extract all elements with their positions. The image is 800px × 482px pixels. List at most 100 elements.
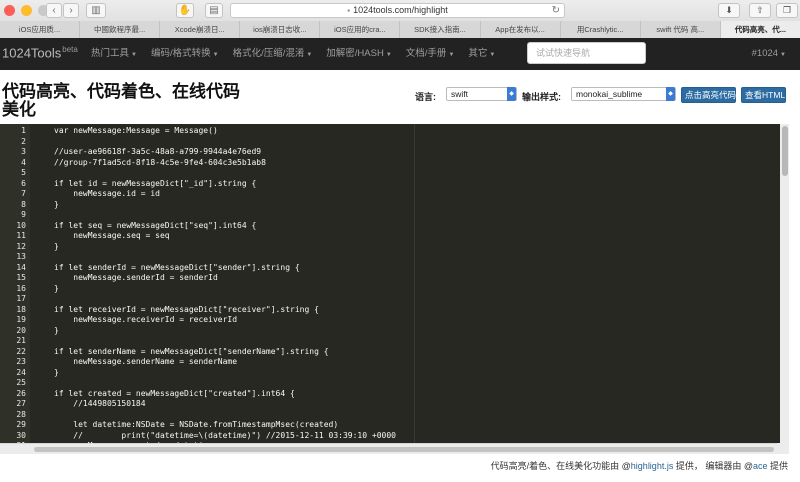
- code-line[interactable]: 30 // print("datetime=\(datetime)") //20…: [0, 431, 789, 442]
- caret-down-icon: ▼: [385, 52, 392, 58]
- reload-icon[interactable]: ↻: [552, 4, 560, 17]
- line-number: 6: [21, 178, 26, 188]
- nav-1024[interactable]: #1024 ▼: [752, 38, 786, 70]
- address-bar[interactable]: ▪ 1024tools.com/highlight ↻: [230, 3, 565, 18]
- sidebar-icon: ▥: [91, 5, 101, 16]
- nav-menu: 热门工具 ▼ 编码/格式转换 ▼ 格式化/压缩/混淆 ▼ 加解密/HASH ▼ 文档/手…: [84, 38, 502, 70]
- tabs-overview-button[interactable]: ❐: [776, 3, 798, 18]
- browser-tab[interactable]: ios崩溃日志收...: [239, 21, 320, 38]
- code-line[interactable]: 1 var newMessage:Message = Message(): [0, 126, 789, 137]
- sidebar-button[interactable]: ▥: [86, 3, 106, 18]
- line-number: 9: [21, 210, 26, 219]
- nav-other[interactable]: 其它 ▼: [461, 38, 502, 70]
- code-line[interactable]: 6 if let id = newMessageDict["_id"].strin…: [0, 179, 789, 190]
- quick-nav-search-input[interactable]: 试试快速导航: [527, 42, 646, 64]
- nav-docs[interactable]: 文档/手册 ▼: [399, 38, 462, 70]
- caret-down-icon: ▼: [780, 52, 786, 58]
- line-code: }: [54, 325, 59, 335]
- nav-hot-tools[interactable]: 热门工具 ▼: [84, 38, 144, 70]
- code-line[interactable]: 13: [0, 252, 789, 263]
- browser-tab[interactable]: 用Crashlytic...: [559, 21, 640, 38]
- code-line[interactable]: 21: [0, 336, 789, 347]
- nav-encoding[interactable]: 编码/格式转换 ▼: [144, 38, 226, 70]
- view-html-button[interactable]: 查看HTML: [741, 87, 786, 103]
- highlight-code-button[interactable]: 点击高亮代码: [681, 87, 736, 103]
- language-select[interactable]: swift ◆: [446, 87, 517, 101]
- code-line[interactable]: 20}: [0, 326, 789, 337]
- code-line[interactable]: 15 newMessage.senderId = senderId: [0, 273, 789, 284]
- url-text: 1024tools.com/highlight: [353, 5, 448, 15]
- nav-crypto[interactable]: 加解密/HASH ▼: [319, 38, 399, 70]
- code-line[interactable]: 9: [0, 210, 789, 221]
- browser-tab[interactable]: SDK接入指南...: [399, 21, 480, 38]
- vertical-scrollbar[interactable]: [780, 124, 789, 454]
- highlightjs-link[interactable]: highlight.js: [631, 461, 674, 471]
- browser-tab[interactable]: iOS应用质...: [0, 21, 80, 38]
- line-code: newMessage.seq = seq: [54, 231, 170, 240]
- forward-button[interactable]: ›: [63, 3, 79, 18]
- code-line[interactable]: 28: [0, 410, 789, 421]
- tab-bar: iOS应用质... 中國飲程序最... Xcode崩溃日... ios崩溃日志收…: [0, 21, 800, 38]
- horizontal-scrollbar[interactable]: [0, 443, 789, 454]
- code-line[interactable]: 24}: [0, 368, 789, 379]
- horizontal-scroll-thumb[interactable]: [34, 447, 774, 452]
- code-line[interactable]: 11 newMessage.seq = seq: [0, 231, 789, 242]
- caret-down-icon: ▼: [212, 52, 219, 58]
- line-code: newMessage.receiverId = receiverId: [54, 315, 238, 324]
- code-line[interactable]: 29 let datetime:NSDate = NSDate.fromTime…: [0, 420, 789, 431]
- code-line[interactable]: 8}: [0, 200, 789, 211]
- code-line[interactable]: 4 //group-7f1ad5cd-8f18-4c5e-9fe4-604c3e5…: [0, 158, 789, 169]
- browser-tab-active[interactable]: 代码高亮、代...: [719, 21, 800, 38]
- browser-tab[interactable]: App在发布以...: [479, 21, 560, 38]
- share-menu-button[interactable]: ✋: [176, 3, 194, 18]
- minimize-window-button[interactable]: [21, 5, 32, 16]
- line-number: 24: [16, 367, 26, 377]
- nav-label: 编码/格式转换: [150, 48, 211, 59]
- language-value: swift: [451, 89, 468, 99]
- code-line[interactable]: 2: [0, 137, 789, 148]
- vertical-scroll-thumb[interactable]: [782, 126, 788, 176]
- close-window-button[interactable]: [4, 5, 15, 16]
- output-style-select[interactable]: monokai_sublime ◆: [571, 87, 676, 101]
- nav-format[interactable]: 格式化/压缩/混淆 ▼: [226, 38, 320, 70]
- line-number: 5: [21, 168, 26, 177]
- downloads-button[interactable]: ⬇: [718, 3, 740, 18]
- code-line[interactable]: 16}: [0, 284, 789, 295]
- chevron-updown-icon: ◆: [507, 87, 516, 101]
- code-line[interactable]: 18 if let receiverId = newMessageDict["re…: [0, 305, 789, 316]
- browser-tab[interactable]: iOS应用的cra...: [319, 21, 400, 38]
- code-line[interactable]: 5: [0, 168, 789, 179]
- ace-link[interactable]: ace: [753, 461, 768, 471]
- code-line[interactable]: 3 //user-ae96618f-3a5c-48a8-a799-9944a4e7…: [0, 147, 789, 158]
- code-line[interactable]: 19 newMessage.receiverId = receiverId: [0, 315, 789, 326]
- line-code: }: [54, 199, 59, 209]
- site-logo[interactable]: 1024Toolsbeta: [2, 45, 78, 60]
- reader-button[interactable]: ▤: [205, 3, 223, 18]
- browser-tab[interactable]: swift 代码 高...: [639, 21, 720, 38]
- line-code: let datetime:NSDate = NSDate.fromTimesta…: [54, 420, 339, 429]
- browser-tab[interactable]: Xcode崩溃日...: [159, 21, 240, 38]
- code-editor[interactable]: 1 var newMessage:Message = Message() 2 3 //u…: [0, 124, 789, 454]
- browser-tab[interactable]: 中國飲程序最...: [79, 21, 160, 38]
- code-line[interactable]: 26 if let created = newMessageDict["creat…: [0, 389, 789, 400]
- code-line[interactable]: 12}: [0, 242, 789, 253]
- line-code: //1449805150184: [54, 399, 146, 408]
- chevron-right-icon: ›: [69, 5, 73, 16]
- code-line[interactable]: 22 if let senderName = newMessageDict["se…: [0, 347, 789, 358]
- line-number: 20: [16, 325, 26, 335]
- nav-label: 热门工具: [91, 48, 130, 59]
- code-line[interactable]: 7 newMessage.id = id: [0, 189, 789, 200]
- caret-down-icon: ▼: [131, 52, 137, 58]
- line-code: if let senderName = newMessageDict["send…: [54, 346, 329, 356]
- code-line[interactable]: 17: [0, 294, 789, 305]
- share-button[interactable]: ⇧: [749, 3, 771, 18]
- line-number: 8: [21, 199, 26, 209]
- code-line[interactable]: 23 newMessage.senderName = senderName: [0, 357, 789, 368]
- code-line[interactable]: 10 if let seq = newMessageDict["seq"].int…: [0, 221, 789, 232]
- code-line[interactable]: 25: [0, 378, 789, 389]
- code-line[interactable]: 14 if let senderId = newMessageDict["send…: [0, 263, 789, 274]
- line-number: 21: [16, 336, 26, 345]
- line-number: 13: [16, 252, 26, 261]
- back-button[interactable]: ‹: [46, 3, 62, 18]
- code-line[interactable]: 27 //1449805150184: [0, 399, 789, 410]
